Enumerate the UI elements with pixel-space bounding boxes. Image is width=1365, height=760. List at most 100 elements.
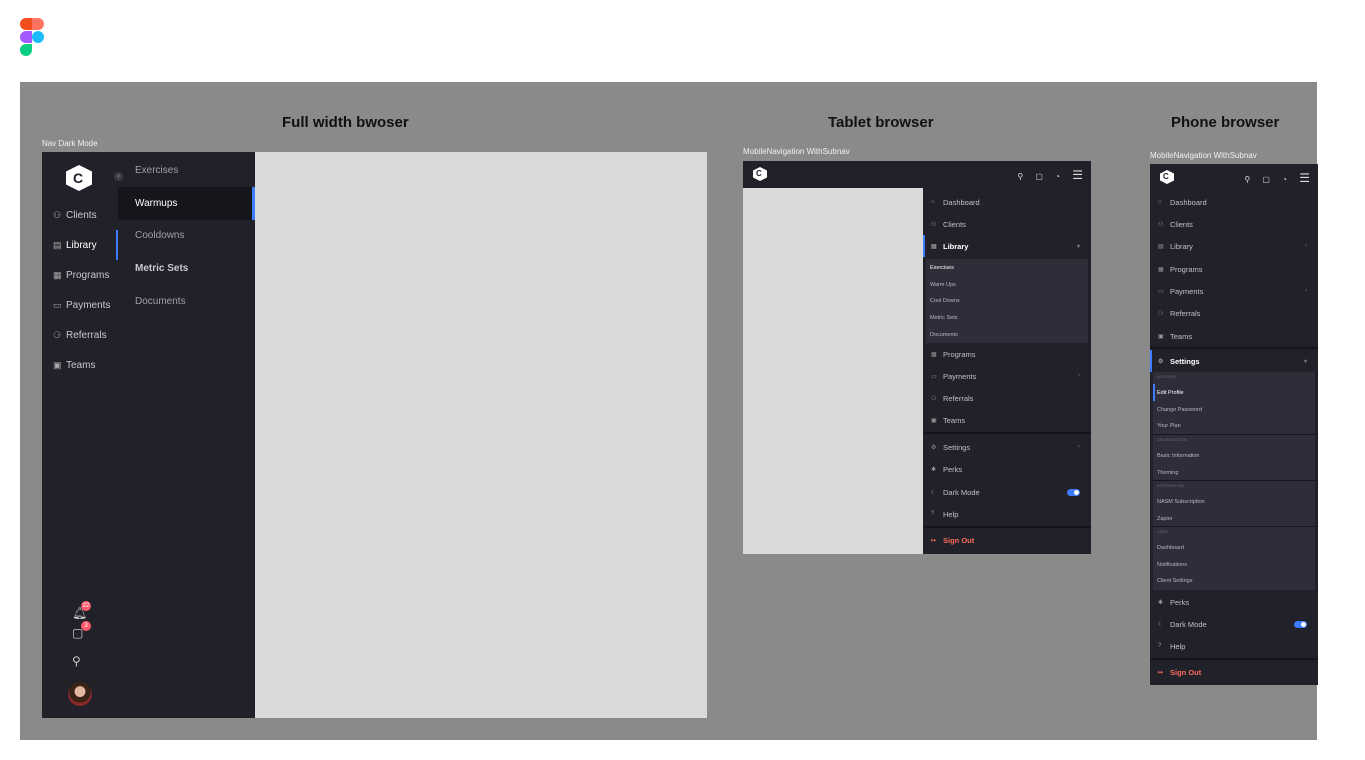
menu-help[interactable]: ? Help: [923, 503, 1088, 525]
rail-item-payments[interactable]: ▭ Payments: [42, 291, 118, 319]
rail-item-clients[interactable]: ⚇ Clients: [42, 201, 118, 229]
chevron-right-icon: ›: [1305, 243, 1307, 249]
menu-clients[interactable]: ⚇ Clients: [923, 213, 1088, 235]
sub-user-dashboard[interactable]: Dashboard: [1153, 539, 1315, 556]
group-heading-account: ACCOUNT: [1157, 375, 1177, 379]
topbar-actions[interactable]: ⚲ ▢ ◔ ☰: [1017, 168, 1083, 182]
menu-programs[interactable]: ▦ Programs: [923, 343, 1088, 365]
menu-dark-mode[interactable]: ☾ Dark Mode: [923, 481, 1088, 503]
sub-documents[interactable]: Documents: [926, 326, 1088, 343]
sub-your-plan[interactable]: Your Plan: [1153, 417, 1315, 434]
group-heading-integration: INTEGRATION: [1157, 484, 1184, 488]
menu-programs[interactable]: ▦ Programs: [1150, 258, 1315, 280]
sub-exercises[interactable]: Exercises: [926, 259, 1088, 276]
sub-warm-ups[interactable]: Warm Ups: [926, 276, 1088, 293]
subnav-documents[interactable]: Documents: [118, 285, 255, 318]
full-frame-label: Nav Dark Mode: [42, 139, 98, 148]
menu-library[interactable]: ▤ Library ›: [1150, 235, 1315, 257]
menu-payments[interactable]: ▭ Payments ›: [1150, 280, 1315, 302]
menu-referrals[interactable]: ⚆ Referrals: [1150, 302, 1315, 324]
help-icon: ?: [931, 511, 935, 517]
divider: [1153, 526, 1315, 527]
rail-item-teams[interactable]: ▣ Teams: [42, 351, 118, 379]
menu-dark-mode[interactable]: ☾ Dark Mode: [1150, 613, 1315, 635]
rail-item-library[interactable]: ▤ Library: [42, 230, 118, 260]
sign-out-icon: ↦: [1158, 669, 1164, 676]
calendar-icon: ▦: [1158, 266, 1164, 273]
phone-frame: ⚲ ▢ ◔ ☰ ⌂Dashboard ⚇Clients ▤Library› ▦P…: [1150, 164, 1318, 685]
sub-theming[interactable]: Theming: [1153, 464, 1315, 481]
sub-metric-sets[interactable]: Metric Sets: [926, 309, 1088, 326]
menu-payments[interactable]: ▭ Payments ›: [923, 365, 1088, 387]
hamburger-icon: ☰: [1072, 168, 1083, 182]
topbar-actions[interactable]: ⚲ ▢ ◔ ☰: [1244, 171, 1310, 185]
tablet-title: Tablet browser: [828, 114, 934, 131]
sub-edit-profile[interactable]: Edit Profile: [1153, 384, 1315, 401]
chevron-right-icon: ›: [1078, 373, 1080, 379]
referral-icon: ⚆: [931, 395, 937, 402]
chevron-right-icon: ›: [1305, 288, 1307, 294]
search-icon[interactable]: ⚲: [72, 654, 81, 668]
teams-icon: ▣: [53, 359, 62, 370]
collapse-chevron-icon[interactable]: ‹: [114, 172, 123, 181]
sub-change-password[interactable]: Change Password: [1153, 401, 1315, 418]
tablet-frame: ⚲ ▢ ◔ ☰ ⌂Dashboard ⚇Clients ▤Library▾ Ex…: [743, 161, 1091, 554]
menu-teams[interactable]: ▣ Teams: [1150, 325, 1315, 347]
sign-out-button[interactable]: ↦ Sign Out: [923, 529, 1088, 551]
avatar[interactable]: [68, 682, 92, 706]
menu-perks[interactable]: ✱ Perks: [1150, 591, 1315, 613]
card-icon: ▭: [1158, 288, 1164, 295]
sign-out-icon: ↦: [931, 537, 937, 544]
gear-icon: ⚙: [931, 444, 937, 451]
divider: [923, 432, 1091, 434]
card-icon: ▭: [931, 373, 937, 380]
menu-dashboard[interactable]: ⌂ Dashboard: [1150, 191, 1315, 213]
subnav-cooldowns[interactable]: Cooldowns: [118, 219, 255, 252]
menu-help[interactable]: ? Help: [1150, 635, 1315, 657]
sub-client-settings[interactable]: Client Settings: [1153, 572, 1315, 589]
sign-out-button[interactable]: ↦ Sign Out: [1150, 661, 1315, 683]
library-subnav: Exercises Warmups Cooldowns Metric Sets …: [118, 152, 255, 718]
menu-teams[interactable]: ▣ Teams: [923, 409, 1088, 431]
subnav-exercises[interactable]: Exercises: [118, 154, 255, 187]
divider: [1150, 347, 1318, 349]
menu-dashboard[interactable]: ⌂ Dashboard: [923, 191, 1088, 213]
brand-logo[interactable]: [1160, 170, 1174, 184]
rail-item-referrals[interactable]: ⚆ Referrals: [42, 321, 118, 349]
brand-logo[interactable]: [753, 167, 767, 181]
bell-icon[interactable]: 🔔︎ 22: [72, 601, 91, 620]
book-icon: ▤: [1158, 243, 1164, 250]
menu-settings[interactable]: ⚙ Settings ›: [923, 436, 1088, 458]
sub-notifications[interactable]: Notifications: [1153, 556, 1315, 573]
full-width-title: Full width bwoser: [282, 114, 409, 131]
divider: [1153, 480, 1315, 481]
menu-settings[interactable]: ⚙ Settings ▾: [1150, 350, 1315, 372]
users-icon: ⚇: [931, 221, 937, 228]
moon-icon: ☾: [1158, 621, 1164, 628]
phone-title: Phone browser: [1171, 114, 1280, 131]
rail-item-programs[interactable]: ▦ Programs: [42, 261, 118, 289]
sub-cool-downs[interactable]: Cool Downs: [926, 292, 1088, 309]
sub-nasm-subscription[interactable]: NASM Subscription: [1153, 493, 1315, 510]
menu-clients[interactable]: ⚇ Clients: [1150, 213, 1315, 235]
brand-logo[interactable]: [66, 165, 92, 191]
teams-icon: ▣: [1158, 333, 1164, 340]
sub-basic-information[interactable]: Basic Information: [1153, 447, 1315, 464]
menu-perks[interactable]: ✱ Perks: [923, 458, 1088, 480]
home-icon: ⌂: [931, 199, 935, 205]
library-subpanel: Exercises Warm Ups Cool Downs Metric Set…: [926, 259, 1088, 343]
subnav-warmups[interactable]: Warmups: [118, 187, 255, 220]
notification-badge: 22: [81, 601, 91, 611]
dark-mode-toggle[interactable]: [1294, 621, 1307, 628]
phone-topbar: ⚲ ▢ ◔ ☰: [1150, 164, 1318, 191]
referral-icon: ⚆: [1158, 310, 1164, 317]
dark-mode-toggle[interactable]: [1067, 489, 1080, 496]
sub-zapier[interactable]: Zapier: [1153, 510, 1315, 527]
group-heading-organization: ORGANIZATION: [1157, 438, 1187, 442]
gear-icon: ⚙: [1158, 358, 1164, 365]
subnav-metric-sets[interactable]: Metric Sets: [118, 252, 255, 285]
chat-icon[interactable]: ▢ 3: [72, 621, 91, 640]
menu-referrals[interactable]: ⚆ Referrals: [923, 387, 1088, 409]
divider: [1150, 658, 1318, 660]
menu-library[interactable]: ▤ Library ▾: [923, 235, 1088, 257]
